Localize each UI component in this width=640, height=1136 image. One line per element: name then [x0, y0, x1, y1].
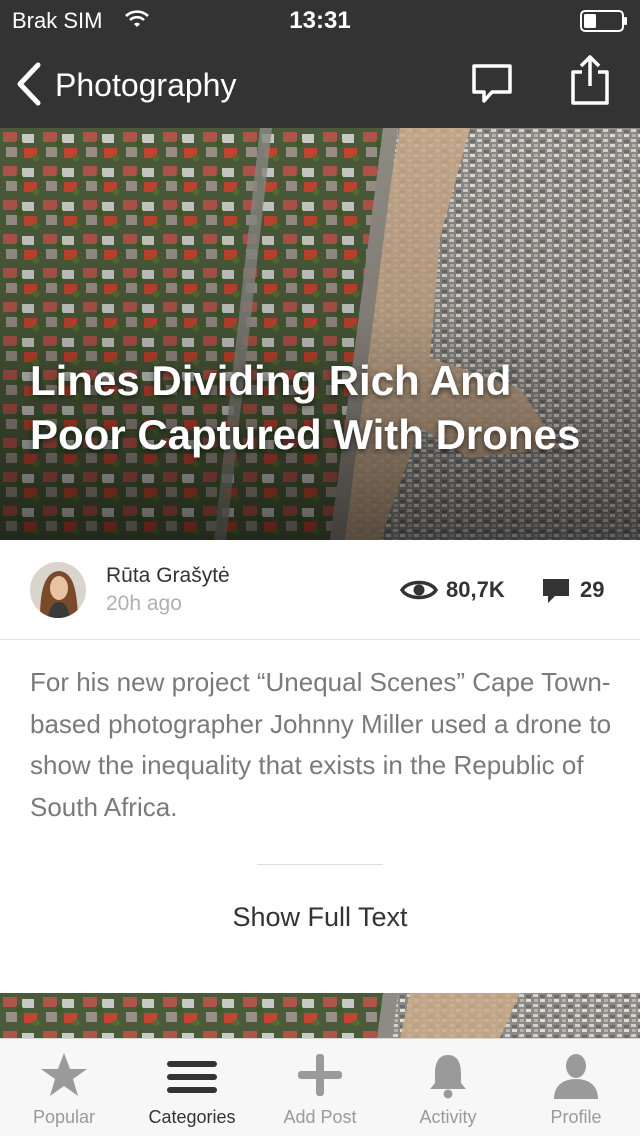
tab-add-post[interactable]: Add Post [256, 1039, 384, 1136]
post-time: 20h ago [106, 592, 182, 615]
article-headline: Lines Dividing Rich And Poor Captured Wi… [30, 357, 581, 458]
aerial-photo [0, 128, 640, 540]
menu-icon [167, 1061, 217, 1093]
tab-label: Activity [419, 1107, 477, 1127]
views-count: 80,7K [446, 577, 505, 602]
comments-count: 29 [580, 577, 605, 602]
hero-image[interactable]: Lines Dividing Rich And Poor Captured Wi… [0, 128, 640, 540]
article-excerpt: For his new project “Unequal Scenes” Cap… [30, 667, 612, 822]
avatar[interactable] [30, 562, 86, 618]
nav-title[interactable]: Photography [55, 67, 236, 104]
person-icon [554, 1054, 598, 1099]
status-time: 13:31 [289, 7, 351, 34]
status-bar: Brak SIM 13:31 [0, 0, 640, 40]
author-row: Rūta Grašytė 20h ago 80,7K 29 [0, 540, 640, 640]
star-icon [41, 1053, 87, 1096]
share-icon[interactable] [568, 54, 612, 106]
tab-label: Profile [550, 1107, 602, 1127]
author-name[interactable]: Rūta Grašytė [106, 564, 230, 588]
tab-label: Categories [148, 1107, 236, 1127]
tab-popular[interactable]: Popular [0, 1039, 128, 1136]
bell-icon [430, 1055, 466, 1099]
battery-icon [580, 10, 627, 32]
comment-icon[interactable] [470, 62, 514, 106]
comments-icon [543, 579, 569, 603]
navigation-bar: Photography [0, 40, 640, 128]
divider [257, 864, 383, 865]
show-full-text-button[interactable]: Show Full Text [0, 902, 640, 933]
aerial-photo-peek [0, 993, 640, 1038]
tab-activity[interactable]: Activity [384, 1039, 512, 1136]
back-chevron-icon[interactable] [14, 62, 44, 106]
next-article-image[interactable] [0, 993, 640, 1038]
avatar-image [30, 562, 86, 618]
tab-profile[interactable]: Profile [512, 1039, 640, 1136]
tab-categories[interactable]: Categories [128, 1039, 256, 1136]
tab-bar: Popular Categories Add Post Activity Pro… [0, 1038, 640, 1136]
tab-label: Popular [32, 1107, 96, 1127]
tab-label: Add Post [283, 1107, 357, 1127]
plus-icon [298, 1054, 342, 1096]
top-bar: Brak SIM 13:31 Photography [0, 0, 640, 128]
eye-icon [400, 580, 438, 600]
